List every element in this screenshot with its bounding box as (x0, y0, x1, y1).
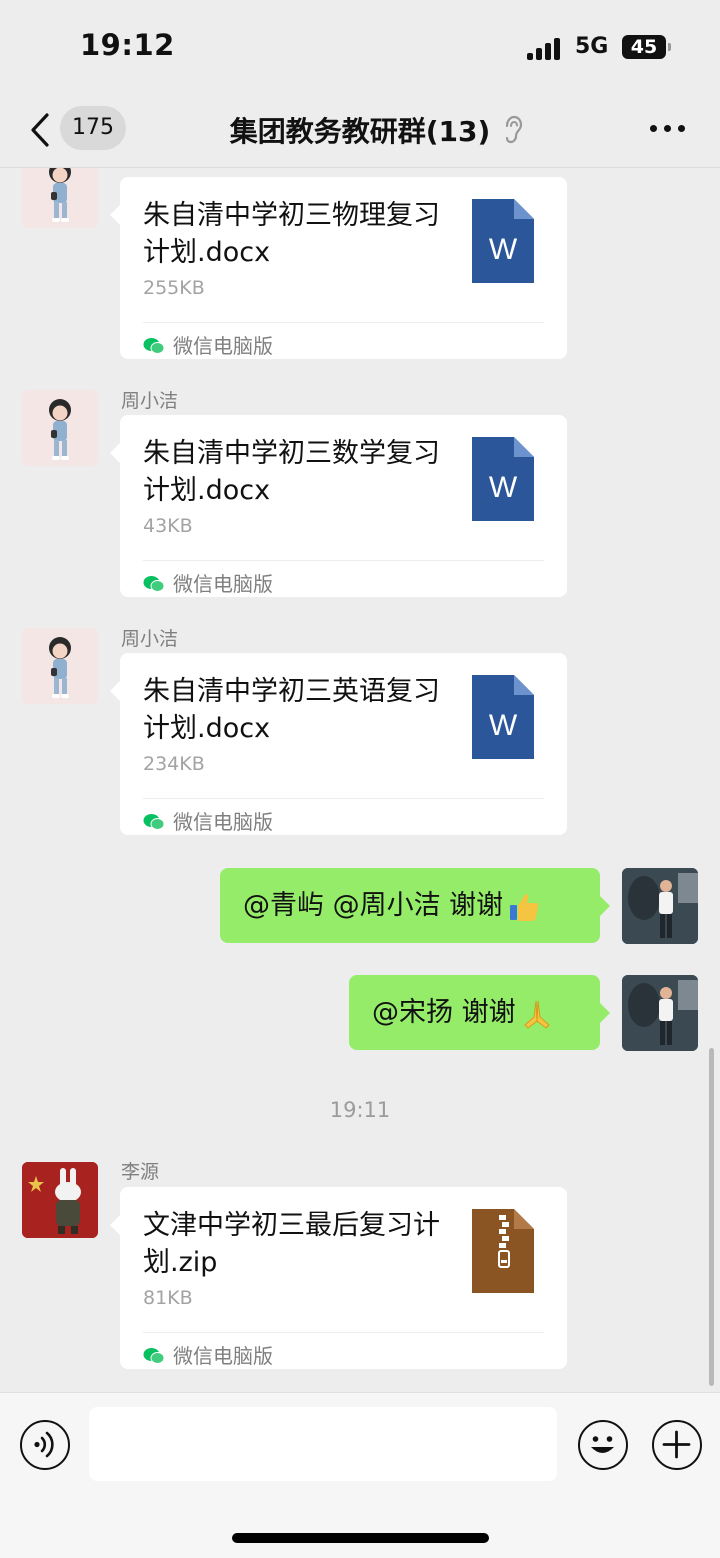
file-size: 255KB (143, 277, 205, 299)
word-doc-icon: W (472, 437, 534, 521)
girl-avatar-illustration (49, 399, 71, 460)
man-avatar-photo (622, 975, 698, 1051)
message-text: @宋扬 谢谢 (372, 997, 516, 1028)
voice-icon (34, 1431, 54, 1458)
word-doc-icon: W (472, 199, 534, 283)
svg-text:W: W (489, 233, 518, 266)
svg-text:W: W (489, 471, 518, 504)
file-message-card[interactable]: 朱自清中学初三物理复习计划.docx 255KB W 微信电脑版 (110, 177, 567, 359)
unread-count-badge[interactable]: 175 (60, 106, 126, 150)
sender-name: 周小洁 (121, 628, 179, 650)
battery-cap (668, 43, 671, 51)
sender-name: 李源 (121, 1161, 160, 1183)
emoji-button[interactable] (578, 1420, 628, 1470)
file-message-card[interactable]: 朱自清中学初三数学复习计划.docx 43KB W 微信电脑版 (110, 415, 567, 597)
status-time: 19:12 (80, 28, 175, 62)
source-label: 微信电脑版 (173, 334, 273, 358)
chat-title: 集团教务教研群(13) (229, 115, 491, 148)
chat-header: 175 集团教务教研群(13) (0, 92, 720, 168)
voice-input-button[interactable] (20, 1420, 70, 1470)
card-divider (143, 560, 544, 561)
timestamp-divider: 19:11 (329, 1098, 391, 1122)
file-name: 朱自清中学初三英语复习计划.docx (143, 676, 440, 744)
wechat-icon (143, 576, 165, 592)
outgoing-text-bubble[interactable]: @宋扬 谢谢 (349, 975, 610, 1050)
source-label: 微信电脑版 (173, 810, 273, 834)
card-divider (143, 798, 544, 799)
wechat-icon (143, 1348, 165, 1364)
zip-archive-icon (472, 1209, 534, 1293)
home-indicator (232, 1533, 489, 1543)
avatar[interactable] (622, 975, 698, 1051)
rabbit-avatar-illustration (22, 1162, 98, 1238)
card-divider (143, 1332, 544, 1333)
svg-text:W: W (489, 709, 518, 742)
message-input[interactable] (89, 1407, 557, 1481)
folded-hands-icon (523, 1000, 550, 1029)
signal-strength-icon (527, 38, 563, 60)
avatar[interactable] (22, 390, 98, 466)
file-name: 朱自清中学初三数学复习计划.docx (143, 438, 440, 506)
man-avatar-photo (622, 868, 698, 944)
more-options-icon[interactable] (650, 125, 686, 133)
thumbs-up-icon (510, 893, 539, 921)
file-size: 43KB (143, 515, 193, 537)
file-name: 文津中学初三最后复习计划.zip (143, 1210, 440, 1278)
back-icon[interactable] (28, 112, 52, 148)
source-label: 微信电脑版 (173, 1344, 273, 1368)
status-bar: 19:12 5G 45 (0, 0, 720, 92)
wechat-icon (143, 814, 165, 830)
word-doc-icon: W (472, 675, 534, 759)
scrollbar[interactable] (709, 1048, 714, 1386)
earpiece-mode-icon (505, 115, 523, 144)
avatar[interactable] (22, 628, 98, 704)
battery-icon: 45 (622, 35, 666, 59)
more-actions-button[interactable] (652, 1420, 702, 1470)
smiley-icon (591, 1436, 614, 1453)
message-list[interactable]: 朱自清中学初三物理复习计划.docx 255KB W 微信电脑版 周小洁 朱自清… (0, 168, 720, 1392)
file-size: 81KB (143, 1287, 193, 1309)
file-name: 朱自清中学初三物理复习计划.docx (143, 200, 440, 268)
card-divider (143, 322, 544, 323)
network-type: 5G (575, 34, 609, 59)
file-message-card[interactable]: 文津中学初三最后复习计划.zip 81KB 微信电脑版 (110, 1187, 567, 1369)
plus-icon (662, 1430, 691, 1459)
outgoing-text-bubble[interactable]: @青屿 @周小洁 谢谢 (220, 868, 610, 943)
file-size: 234KB (143, 753, 205, 775)
message-text: @青屿 @周小洁 谢谢 (243, 890, 504, 921)
girl-avatar-illustration (49, 637, 71, 698)
sender-name: 周小洁 (121, 390, 179, 412)
wechat-icon (143, 338, 165, 354)
girl-avatar-illustration (49, 168, 71, 222)
source-label: 微信电脑版 (173, 572, 273, 596)
avatar[interactable] (622, 868, 698, 944)
avatar[interactable] (22, 1162, 98, 1238)
input-bar (0, 1392, 720, 1558)
file-message-card[interactable]: 朱自清中学初三英语复习计划.docx 234KB W 微信电脑版 (110, 653, 567, 835)
avatar[interactable] (22, 168, 98, 228)
